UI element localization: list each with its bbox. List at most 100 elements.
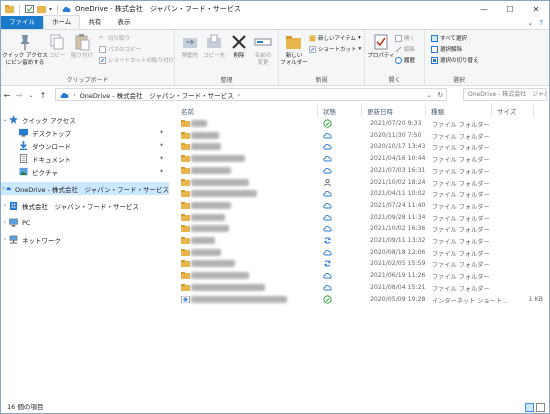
tab-file[interactable]: ファイル [1, 16, 43, 29]
select-none-label: 選択解除 [440, 47, 463, 53]
table-row[interactable]: 2021/04/16 10:44 ファイル フォルダー [173, 153, 549, 165]
nav-pc[interactable]: › PC [1, 216, 169, 229]
table-row[interactable]: 2021/07/24 11:40 ファイル フォルダー [173, 200, 549, 212]
edit-button[interactable]: 編集 [395, 45, 415, 53]
copy-path-button[interactable]: パスのコピー [99, 45, 141, 53]
select-none-icon [431, 45, 438, 53]
address-bar[interactable]: › OneDrive - 株式会社 ジャパン・フード・サービス › ⌄ ↻ [55, 88, 447, 101]
nav-desktop[interactable]: デスクトップ ✦ [1, 126, 169, 139]
table-row[interactable]: 2021/06/19 11:26 ファイル フォルダー [173, 270, 549, 282]
delete-button[interactable]: 削除 [229, 33, 249, 60]
expand-icon[interactable]: › [1, 236, 9, 243]
table-row[interactable]: 2020/08/18 12:06 ファイル フォルダー [173, 247, 549, 259]
scissors-icon: ✂ [99, 34, 104, 41]
column-type[interactable]: 種類 [431, 106, 444, 116]
tab-view[interactable]: 表示 [109, 16, 138, 29]
copy-to-icon [207, 34, 221, 48]
nav-onedrive[interactable]: › OneDrive - 株式会社 ジャパン・フード・サービス [1, 182, 169, 195]
table-row[interactable]: 2021/02/05 15:59 ファイル フォルダー [173, 258, 549, 270]
cut-button[interactable]: ✂ 切り取り [99, 34, 131, 43]
pin-quick-access-button[interactable]: クイック アクセス にピン留めする [2, 33, 48, 67]
select-none-button[interactable]: 選択解除 [431, 45, 462, 53]
table-row[interactable]: 2021/10/02 16:36 ファイル フォルダー [173, 223, 549, 235]
table-row[interactable]: 2021/09/11 13:32 ファイル フォルダー [173, 235, 549, 247]
column-size[interactable]: サイズ [497, 106, 516, 116]
address-segment[interactable]: OneDrive - 株式会社 ジャパン・フード・サービス [80, 90, 234, 100]
file-type: ファイル フォルダー [432, 168, 490, 176]
column-status[interactable]: 状態 [323, 106, 336, 116]
nav-company[interactable]: › 株式会社 ジャパン・フード・サービス [1, 199, 169, 212]
new-item-button[interactable]: 新しいアイテム ▾ [309, 34, 361, 42]
redacted-name [191, 166, 231, 174]
recent-locations-icon[interactable]: ⌄ [25, 92, 37, 99]
folder-icon [181, 201, 190, 209]
nav-downloads[interactable]: ダウンロード ✦ [1, 139, 169, 152]
new-folder-button[interactable]: 新しい フォルダー [280, 33, 308, 67]
help-icon[interactable]: ? [539, 19, 543, 27]
history-button[interactable]: 履歴 [395, 56, 415, 64]
invert-selection-button[interactable]: 選択の切り替え [431, 56, 479, 64]
file-type: インターネット ショート... [432, 297, 508, 305]
shortcut-button[interactable]: ショートカット ▾ [309, 45, 361, 53]
move-to-button[interactable]: 移動先 [179, 33, 201, 60]
select-all-button[interactable]: すべて選択 [431, 34, 467, 42]
maximize-button[interactable]: ☐ [497, 1, 523, 17]
history-label: 履歴 [404, 58, 416, 64]
tab-share[interactable]: 共有 [80, 16, 109, 29]
large-icons-view-button[interactable] [536, 403, 545, 412]
expand-icon[interactable]: ⌄ [1, 116, 9, 123]
table-row[interactable]: 2020/05/09 19:28 インターネット ショート... 1 KB [173, 294, 549, 306]
expand-icon[interactable]: › [1, 219, 9, 226]
path-icon [99, 45, 106, 53]
paste-shortcut-button[interactable]: ショートカットの貼り付け [99, 56, 174, 64]
nav-documents[interactable]: ドキュメント ✦ [1, 152, 169, 165]
table-row[interactable]: 2021/10/02 18:24 ファイル フォルダー [173, 177, 549, 189]
explorer-folder-icon [5, 5, 14, 13]
back-arrow-icon[interactable]: ← [1, 91, 13, 100]
table-row[interactable]: 2021/04/11 10:02 ファイル フォルダー [173, 188, 549, 200]
up-arrow-icon[interactable]: ↑ [37, 91, 49, 100]
tab-home[interactable]: ホーム [43, 15, 81, 29]
table-row[interactable]: 2021/07/03 16:31 ファイル フォルダー [173, 165, 549, 177]
address-root-chevron-icon[interactable]: › [73, 91, 76, 99]
table-row[interactable]: 2021/08/04 15:21 ファイル フォルダー [173, 282, 549, 294]
pinned-icon: ✦ [158, 142, 164, 149]
table-row[interactable]: 2021/09/28 11:34 ファイル フォルダー [173, 212, 549, 224]
rename-button[interactable]: 名前の 変更 [251, 33, 275, 67]
close-button[interactable]: ✕ [523, 1, 549, 17]
address-dropdown-icon[interactable]: ⌄ [427, 91, 432, 99]
folder-icon [181, 260, 190, 268]
copy-to-button[interactable]: コピー先 [203, 33, 225, 60]
paste-button[interactable]: 貼り付け [69, 33, 95, 60]
table-row[interactable]: 2021/07/20 9:33 ファイル フォルダー [173, 118, 549, 130]
file-type: ファイル フォルダー [432, 262, 490, 270]
copy-button[interactable]: コピー [47, 33, 67, 60]
details-view-button[interactable] [525, 403, 534, 412]
table-row[interactable]: 2020/11/30 7:50 ファイル フォルダー [173, 130, 549, 142]
picture-icon [19, 167, 28, 176]
column-date[interactable]: 更新日時 [367, 106, 393, 116]
cut-label: 切り取り [108, 36, 131, 42]
nav-quick-access[interactable]: ⌄ クイック アクセス [1, 113, 169, 126]
nav-label: 株式会社 ジャパン・フード・サービス [22, 202, 139, 211]
column-name[interactable]: 名前 [181, 106, 194, 116]
minimize-button[interactable]: — [471, 1, 497, 17]
address-chevron-icon[interactable]: › [238, 91, 241, 99]
pc-icon [9, 218, 18, 227]
properties-check-icon[interactable] [25, 5, 34, 13]
forward-arrow-icon[interactable]: → [13, 91, 25, 100]
search-box[interactable]: OneDrive - 株式会社 ジャパン... [463, 88, 547, 101]
nav-pictures[interactable]: ピクチャ ✦ [1, 165, 169, 178]
new-folder-quick-icon[interactable] [37, 5, 46, 13]
ribbon-collapse-icon[interactable]: ⌄ [527, 19, 533, 27]
open-button[interactable]: 開く [395, 34, 415, 42]
copy-icon [50, 34, 64, 50]
expand-icon[interactable]: › [1, 202, 9, 209]
table-row[interactable]: 2020/10/17 13:43 ファイル フォルダー [173, 141, 549, 153]
pinned-icon: ✦ [158, 155, 164, 162]
nav-network[interactable]: › ネットワーク [1, 233, 169, 246]
properties-button[interactable]: プロパティ [367, 33, 395, 60]
quick-access-dropdown-icon[interactable]: ▾ [49, 6, 52, 13]
refresh-icon[interactable]: ↻ [438, 91, 443, 99]
nav-label: ピクチャ [32, 168, 58, 177]
